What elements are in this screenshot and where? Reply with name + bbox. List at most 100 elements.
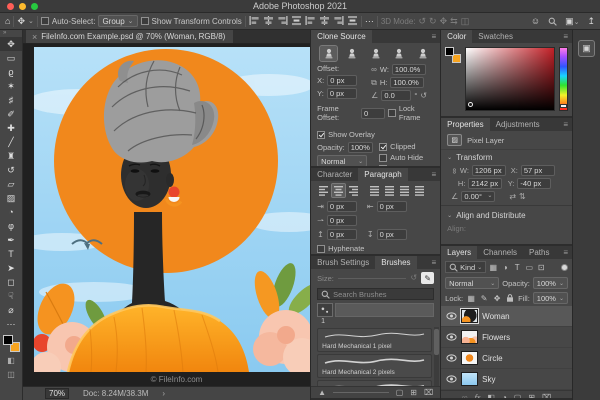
layer-row-woman[interactable]: Woman [441,306,572,327]
color-picker-cursor[interactable] [468,102,474,107]
brush-item[interactable]: Hard Mechanical 3 pixels [317,380,433,386]
layer-row-circle[interactable]: Circle [441,348,572,369]
link-dimensions-icon[interactable]: ∞ [450,168,459,174]
clipped-checkbox[interactable] [379,142,388,151]
zoom-level-field[interactable]: 70% [45,388,70,399]
tool-dodge[interactable]: φ [0,219,22,233]
hue-slider-marker[interactable] [560,104,567,108]
brush-search-input[interactable]: Search Brushes [317,288,435,300]
frame-offset-field[interactable]: 0 [360,107,385,119]
first-line-indent-field[interactable]: 0 px [326,215,357,226]
lock-pixels-icon[interactable]: ✎ [479,294,489,303]
tab-layers[interactable]: Layers [441,246,478,259]
link-layers-icon[interactable]: ∞ [462,393,468,399]
overlay-blend-dropdown[interactable]: Normal ⌄ [317,155,368,166]
y-position-field[interactable]: -40 px [517,178,552,189]
edit-toolbar-button[interactable]: ⋯ [0,317,22,331]
account-icon[interactable]: ☺ [531,16,540,26]
tab-channels[interactable]: Channels [477,246,523,259]
layer-row-flowers[interactable]: Flowers [441,327,572,348]
layer-thumbnail[interactable] [461,330,479,344]
tool-path-selection[interactable]: ➤ [0,261,22,275]
indent-left-field[interactable]: 0 px [326,201,357,212]
new-layer-icon[interactable]: ⊞ [528,393,535,399]
more-options-icon[interactable]: ⋯ [365,16,374,26]
filter-shape-icon[interactable]: ▭ [524,263,534,272]
tab-paragraph[interactable]: Paragraph [358,168,408,181]
show-overlay-checkbox[interactable] [317,130,326,139]
align-text-left-button[interactable] [317,184,330,197]
tab-clone-source[interactable]: Clone Source [311,30,372,43]
clone-source-1-button[interactable] [319,45,339,62]
search-icon[interactable] [548,17,558,26]
flip-icon[interactable]: ⧉ [371,78,377,87]
saturation-brightness-picker[interactable] [465,47,555,111]
tab-properties[interactable]: Properties [441,118,490,131]
flip-vertical-icon[interactable]: ⇅ [519,192,526,201]
layer-row-sky[interactable]: Sky [441,369,572,390]
align-top-icon[interactable] [305,16,316,26]
brush-item[interactable]: Hard Mechanical 2 pixels [317,354,433,378]
justify-last-left-button[interactable] [368,184,381,197]
preview-size-slider[interactable] [333,392,389,393]
align-left-icon[interactable] [249,16,260,26]
workspace-switcher[interactable]: ▣⌄ [565,16,579,26]
lock-frame-checkbox[interactable] [387,109,396,117]
overlay-opacity-field[interactable]: 100% [347,142,374,153]
tool-crop[interactable]: ♯ [0,93,22,107]
align-text-right-button[interactable] [347,184,360,197]
brush-group-row[interactable]: 1 [311,302,440,327]
visibility-eye-icon[interactable] [446,312,457,320]
layer-thumbnail[interactable] [460,308,480,324]
lock-position-icon[interactable]: ✥ [492,294,502,303]
layer-thumbnail[interactable] [461,372,479,386]
collapse-tools-icon[interactable]: » [0,30,6,37]
chevron-down-icon[interactable]: ⌄ [28,17,34,25]
document-tab[interactable]: × FileInfo.com Example.psd @ 70% (Woman,… [26,30,234,43]
tab-color[interactable]: Color [441,30,473,43]
quick-mask-button[interactable]: ◧ [0,354,22,368]
tool-eraser[interactable]: ▱ [0,177,22,191]
color-swatches-widget[interactable] [2,335,20,352]
color-swatches-widget[interactable] [445,47,462,63]
brush-item[interactable]: Hard Mechanical 1 pixel [317,328,433,352]
tool-move[interactable]: ✥ [0,37,22,51]
tool-rectangle[interactable]: ◻ [0,275,22,289]
tab-brush-settings[interactable]: Brush Settings [311,256,375,269]
tool-clone-stamp[interactable]: ♜ [0,149,22,163]
tab-brushes[interactable]: Brushes [375,256,417,269]
reset-transform-icon[interactable]: ↺ [420,91,427,100]
tool-eyedropper[interactable]: ✐ [0,107,22,121]
clone-source-4-button[interactable] [391,46,408,61]
panel-menu-icon[interactable]: ≡ [563,248,568,257]
panel-menu-icon[interactable]: ≡ [432,258,437,267]
width-field[interactable]: 1206 px [471,165,506,176]
distribute-vertical-icon[interactable] [291,16,302,26]
auto-select-checkbox[interactable] [40,17,49,25]
foreground-color-swatch[interactable] [2,335,13,345]
show-transform-checkbox[interactable] [140,17,149,25]
move-tool-icon[interactable]: ✥ [17,16,25,26]
align-text-center-button[interactable] [331,183,347,198]
new-group-icon[interactable]: ▢ [514,393,522,399]
foreground-color-swatch[interactable] [445,47,455,56]
close-window-button[interactable] [7,2,14,10]
filter-type-icon[interactable]: T [512,263,522,272]
opacity-dropdown[interactable]: 100% ⌄ [532,277,568,289]
tool-zoom[interactable]: ⌀ [0,303,22,317]
tab-adjustments[interactable]: Adjustments [490,118,546,131]
tool-hand[interactable]: ☟ [0,289,22,303]
share-icon[interactable]: ↥ [587,16,595,26]
space-after-field[interactable]: 0 px [376,229,407,240]
visibility-eye-icon[interactable] [446,333,457,341]
brush-list[interactable]: Hard Mechanical 1 pixel Hard Mechanical … [311,327,440,386]
visibility-eye-icon[interactable] [446,375,457,383]
stroke-preview-toggle[interactable]: ✎ [421,272,435,284]
folder-icon[interactable]: ▢ [396,388,404,397]
hyphenate-checkbox[interactable] [317,244,326,253]
tab-paths[interactable]: Paths [523,246,555,259]
fill-dropdown[interactable]: 100% ⌄ [532,292,568,304]
justify-all-button[interactable] [413,184,426,197]
panel-menu-icon[interactable]: ≡ [563,32,568,41]
align-right-icon[interactable] [277,16,288,26]
